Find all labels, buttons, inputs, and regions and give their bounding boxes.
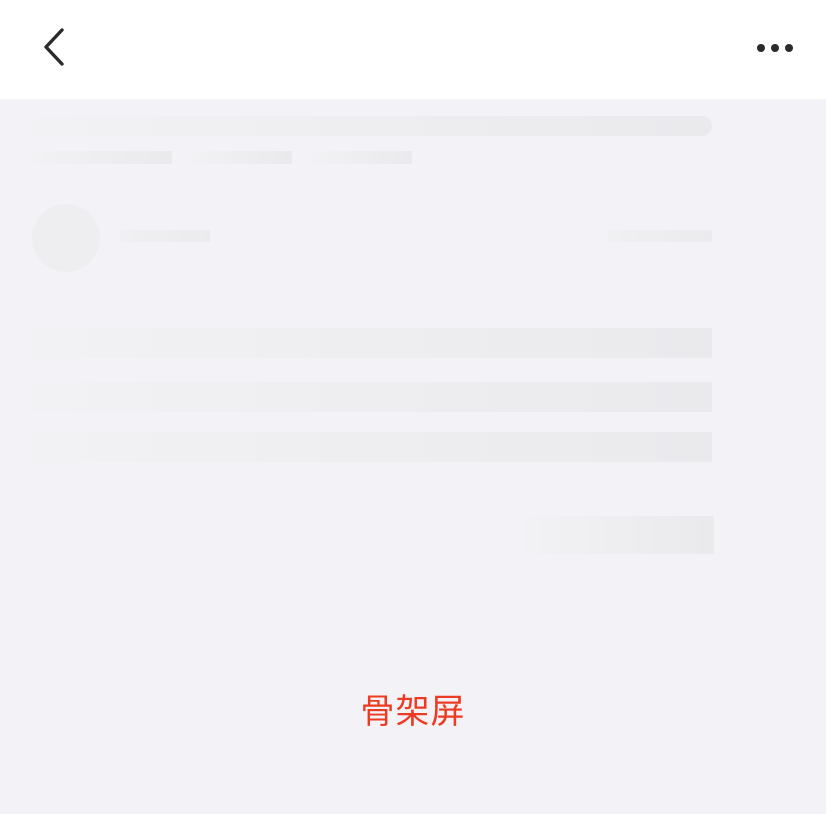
- skeleton-body-line: [32, 328, 712, 358]
- back-button[interactable]: [36, 24, 76, 70]
- skeleton-meta-tag: [312, 151, 412, 164]
- skeleton-timestamp: [608, 230, 712, 242]
- skeleton-screen-caption: 骨架屏: [360, 692, 466, 732]
- top-nav-bar: [0, 0, 826, 99]
- skeleton-body-line: [32, 432, 712, 462]
- skeleton-avatar: [32, 204, 100, 272]
- skeleton-author-name: [120, 230, 210, 242]
- skeleton-meta-tag: [32, 151, 172, 164]
- skeleton-meta-tag: [192, 151, 292, 164]
- more-options-button[interactable]: [752, 34, 800, 62]
- skeleton-body-line: [32, 382, 712, 412]
- skeleton-title-line: [32, 116, 712, 136]
- chevron-left-icon: [44, 28, 64, 66]
- skeleton-action-button: [526, 516, 714, 554]
- more-horizontal-icon: [757, 44, 793, 52]
